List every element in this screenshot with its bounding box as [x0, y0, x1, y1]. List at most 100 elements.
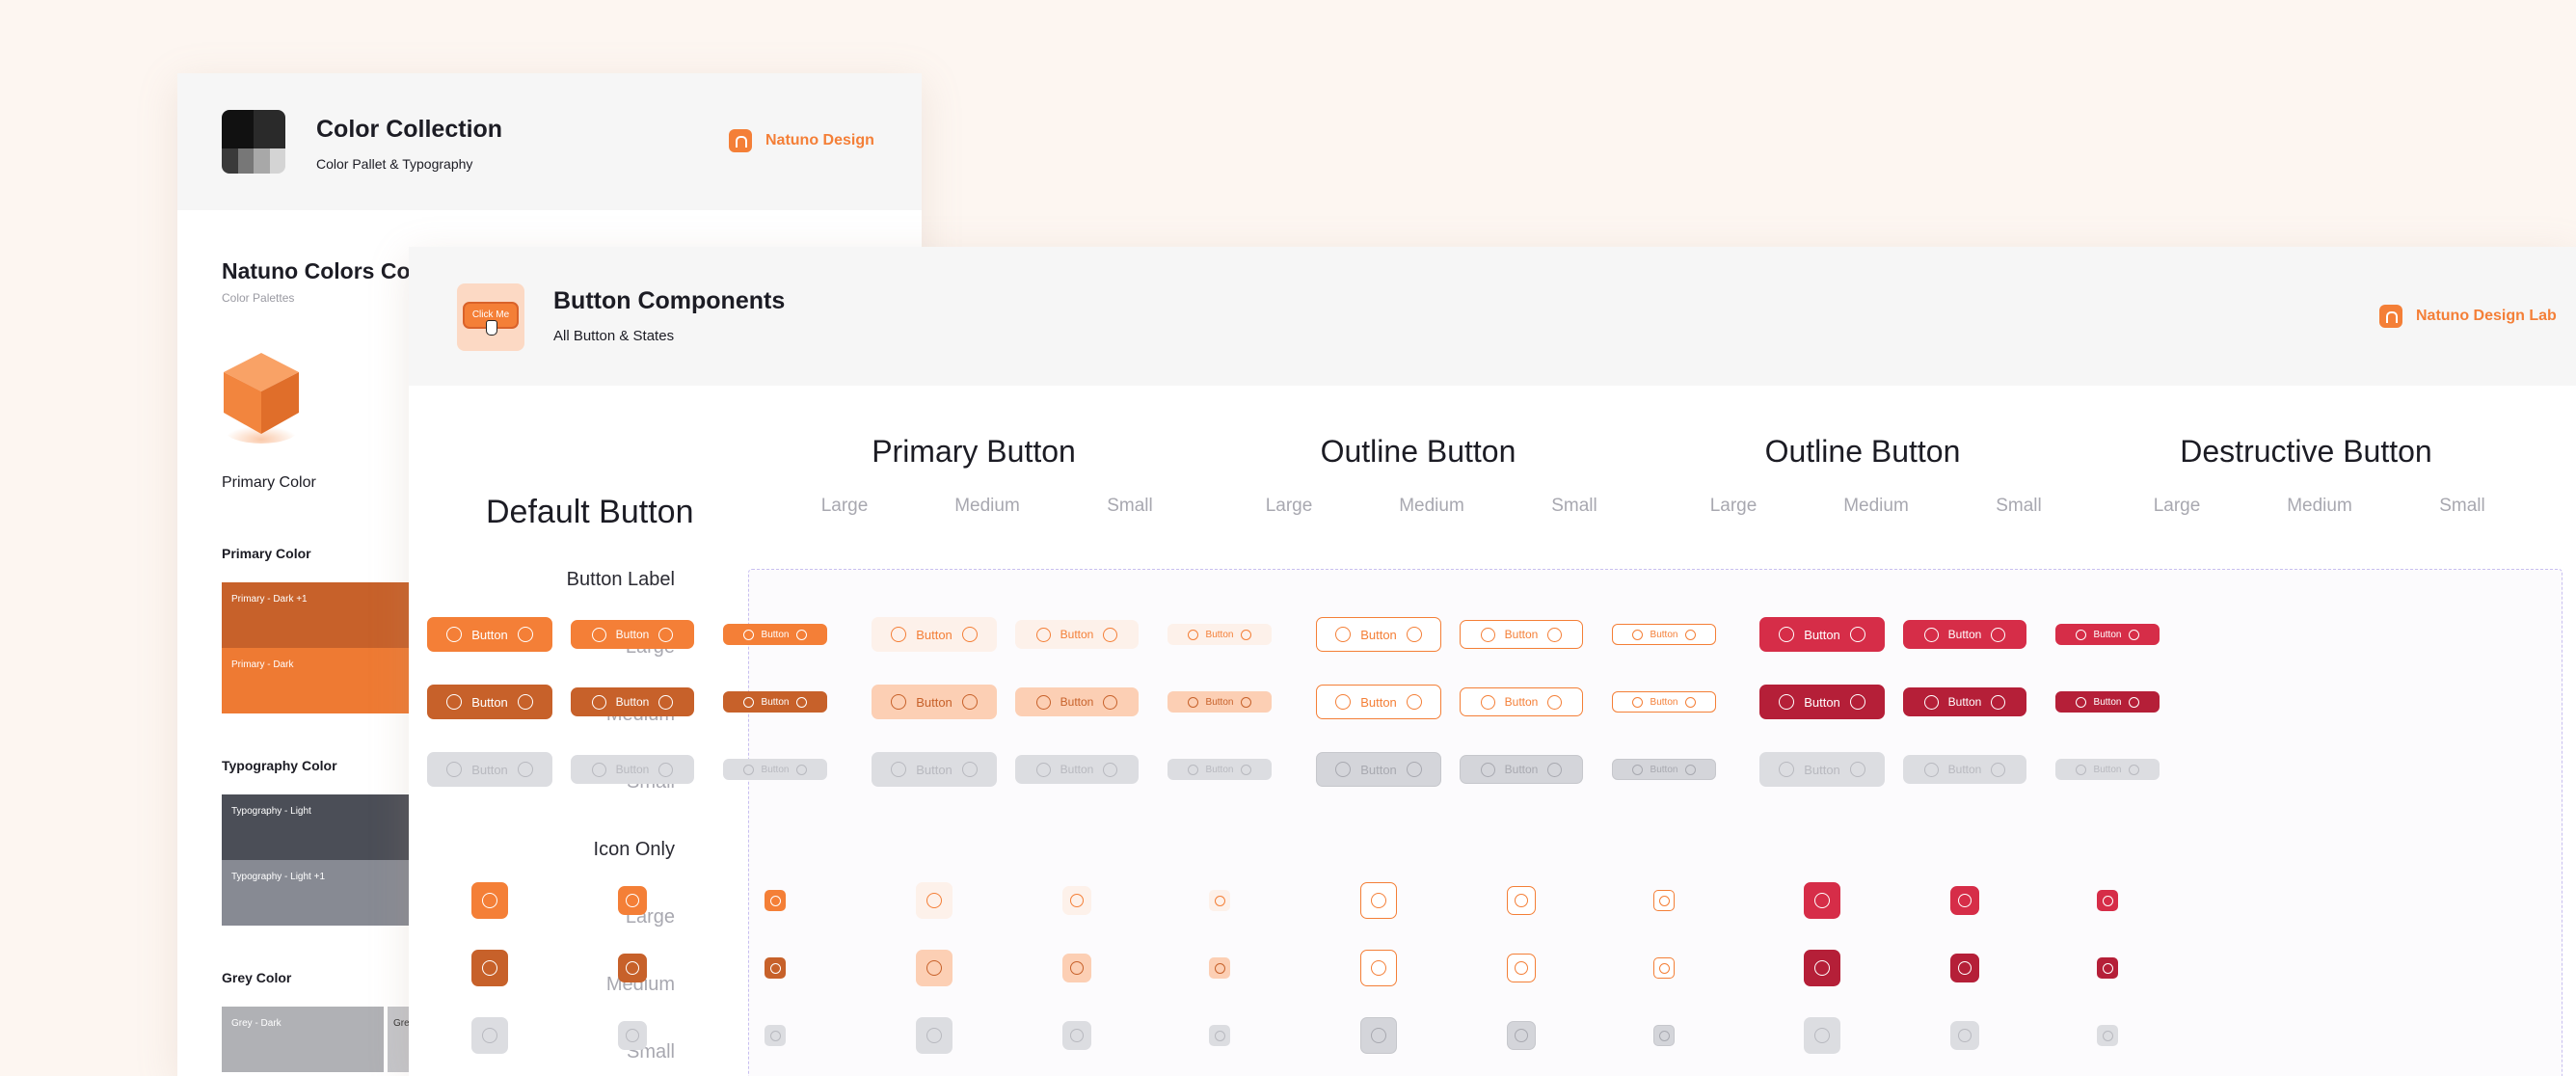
outline-button-medium-disabled[interactable]: Button: [1015, 755, 1139, 784]
outline-icon-button-large-pressed[interactable]: [916, 950, 953, 986]
outline-alt-icon-button-small-default[interactable]: [1653, 890, 1675, 911]
primary-icon-button-medium-disabled[interactable]: [618, 1021, 647, 1050]
circle-icon: [1103, 762, 1118, 777]
button-components-card: Click Me Button Components All Button & …: [409, 247, 2576, 1076]
primary-button-medium-default[interactable]: Button: [571, 620, 694, 649]
outline-icon-button-large-default[interactable]: [916, 882, 953, 919]
outline-button-large-default[interactable]: Button: [872, 617, 997, 652]
outline-alt-button-medium-disabled[interactable]: Button: [1460, 755, 1583, 784]
outline-button-medium-pressed[interactable]: Button: [1015, 687, 1139, 716]
destructive-icon-button-medium-pressed[interactable]: [1950, 954, 1979, 982]
primary-button-large-default[interactable]: Button: [427, 617, 552, 652]
outline-alt-icon-button-large-pressed[interactable]: [1360, 950, 1397, 986]
outline-alt-button-small-default[interactable]: Button: [1612, 624, 1716, 645]
destructive-icon-button-small-default[interactable]: [2097, 890, 2118, 911]
destructive-button-medium-default[interactable]: Button: [1903, 620, 2026, 649]
primary-button-small-pressed[interactable]: Button: [723, 691, 827, 713]
outline-alt-icon-button-small-pressed[interactable]: [1653, 957, 1675, 979]
primary-icon-button-large-disabled[interactable]: [471, 1017, 508, 1054]
outline-alt-button-small-disabled[interactable]: Button: [1612, 759, 1716, 780]
primary-icon-button-small-pressed[interactable]: [765, 957, 786, 979]
destructive-button-large-pressed[interactable]: Button: [1759, 685, 1885, 719]
outline-icon-button-medium-pressed[interactable]: [1062, 954, 1091, 982]
primary-button-small-default[interactable]: Button: [723, 624, 827, 645]
circle-icon: [1103, 694, 1118, 710]
destructive-icon-button-large-pressed[interactable]: [1804, 950, 1840, 986]
outline-button-large-pressed[interactable]: Button: [872, 685, 997, 719]
circle-icon: [517, 762, 533, 777]
button-label: Button: [615, 763, 650, 776]
outline-button-small-default[interactable]: Button: [1167, 624, 1272, 645]
outline-alt-icon-button-large-default[interactable]: [1360, 882, 1397, 919]
swatch-primary-dark[interactable]: Primary - Dark: [222, 648, 415, 713]
outline-alt-button-large-default[interactable]: Button: [1316, 617, 1441, 652]
outline-button-large-disabled[interactable]: Button: [872, 752, 997, 787]
circle-icon: [926, 960, 942, 976]
brand-link[interactable]: Natuno Design: [729, 129, 874, 152]
group-title-outline-alt: Outline Button: [1764, 434, 1961, 469]
circle-icon: [1631, 696, 1643, 708]
primary-button-small-disabled[interactable]: Button: [723, 759, 827, 780]
outline-icon-button-small-pressed[interactable]: [1209, 957, 1230, 979]
outline-alt-button-medium-default[interactable]: Button: [1460, 620, 1583, 649]
circle-icon: [1547, 627, 1563, 642]
outline-alt-button-large-pressed[interactable]: Button: [1316, 685, 1441, 719]
destructive-icon-button-medium-disabled[interactable]: [1950, 1021, 1979, 1050]
destructive-button-large-default[interactable]: Button: [1759, 617, 1885, 652]
brand-link[interactable]: Natuno Design Lab: [2379, 305, 2557, 328]
circle-icon: [2075, 629, 2086, 640]
primary-icon-button-small-default[interactable]: [765, 890, 786, 911]
destructive-button-small-disabled[interactable]: Button: [2055, 759, 2160, 780]
circle-icon: [1814, 893, 1830, 908]
outline-alt-button-large-disabled[interactable]: Button: [1316, 752, 1441, 787]
primary-button-medium-pressed[interactable]: Button: [571, 687, 694, 716]
outline-alt-icon-button-medium-default[interactable]: [1507, 886, 1536, 915]
circle-icon: [1070, 961, 1084, 975]
primary-icon-button-medium-pressed[interactable]: [618, 954, 647, 982]
primary-button-large-pressed[interactable]: Button: [427, 685, 552, 719]
circle-icon: [2102, 1030, 2113, 1041]
destructive-button-large-disabled[interactable]: Button: [1759, 752, 1885, 787]
outline-alt-icon-button-medium-pressed[interactable]: [1507, 954, 1536, 982]
outline-alt-icon-button-large-disabled[interactable]: [1360, 1017, 1397, 1054]
outline-icon-button-small-disabled[interactable]: [1209, 1025, 1230, 1046]
outline-alt-icon-button-medium-disabled[interactable]: [1507, 1021, 1536, 1050]
destructive-icon-button-large-default[interactable]: [1804, 882, 1840, 919]
button-label: Button: [1060, 763, 1094, 776]
primary-icon-button-small-disabled[interactable]: [765, 1025, 786, 1046]
swatch-grey-dark[interactable]: Grey - Dark: [222, 1007, 384, 1072]
outline-button-small-disabled[interactable]: Button: [1167, 759, 1272, 780]
outline-alt-button-medium-pressed[interactable]: Button: [1460, 687, 1583, 716]
button-label: Button: [1360, 627, 1397, 642]
destructive-button-small-pressed[interactable]: Button: [2055, 691, 2160, 713]
destructive-button-medium-disabled[interactable]: Button: [1903, 755, 2026, 784]
primary-button-medium-disabled[interactable]: Button: [571, 755, 694, 784]
outline-alt-button-small-pressed[interactable]: Button: [1612, 691, 1716, 713]
outline-icon-button-medium-disabled[interactable]: [1062, 1021, 1091, 1050]
destructive-icon-button-large-disabled[interactable]: [1804, 1017, 1840, 1054]
outline-button-small-pressed[interactable]: Button: [1167, 691, 1272, 713]
primary-icon-button-medium-default[interactable]: [618, 886, 647, 915]
primary-icon-button-large-default[interactable]: [471, 882, 508, 919]
primary-icon-button-large-pressed[interactable]: [471, 950, 508, 986]
destructive-icon-button-small-pressed[interactable]: [2097, 957, 2118, 979]
circle-icon: [1103, 627, 1118, 642]
circle-icon: [2102, 895, 2113, 906]
destructive-icon-button-medium-default[interactable]: [1950, 886, 1979, 915]
primary-button-large-disabled[interactable]: Button: [427, 752, 552, 787]
outline-button-medium-default[interactable]: Button: [1015, 620, 1139, 649]
outline-alt-icon-button-small-disabled[interactable]: [1653, 1025, 1675, 1046]
color-collection-header: Color Collection Color Pallet & Typograp…: [177, 73, 922, 210]
swatch-primary-dark-plus1[interactable]: Primary - Dark +1: [222, 582, 415, 648]
destructive-button-medium-pressed[interactable]: Button: [1903, 687, 2026, 716]
destructive-icon-button-small-disabled[interactable]: [2097, 1025, 2118, 1046]
outline-icon-button-large-disabled[interactable]: [916, 1017, 953, 1054]
row-label-icon-only: Icon Only: [593, 839, 675, 860]
outline-icon-button-small-default[interactable]: [1209, 890, 1230, 911]
swatch-typography-light[interactable]: Typography - Light: [222, 794, 415, 860]
button-label: Button: [1947, 695, 1982, 709]
swatch-typography-light-plus1[interactable]: Typography - Light +1: [222, 860, 415, 926]
destructive-button-small-default[interactable]: Button: [2055, 624, 2160, 645]
circle-icon: [742, 696, 754, 708]
outline-icon-button-medium-default[interactable]: [1062, 886, 1091, 915]
